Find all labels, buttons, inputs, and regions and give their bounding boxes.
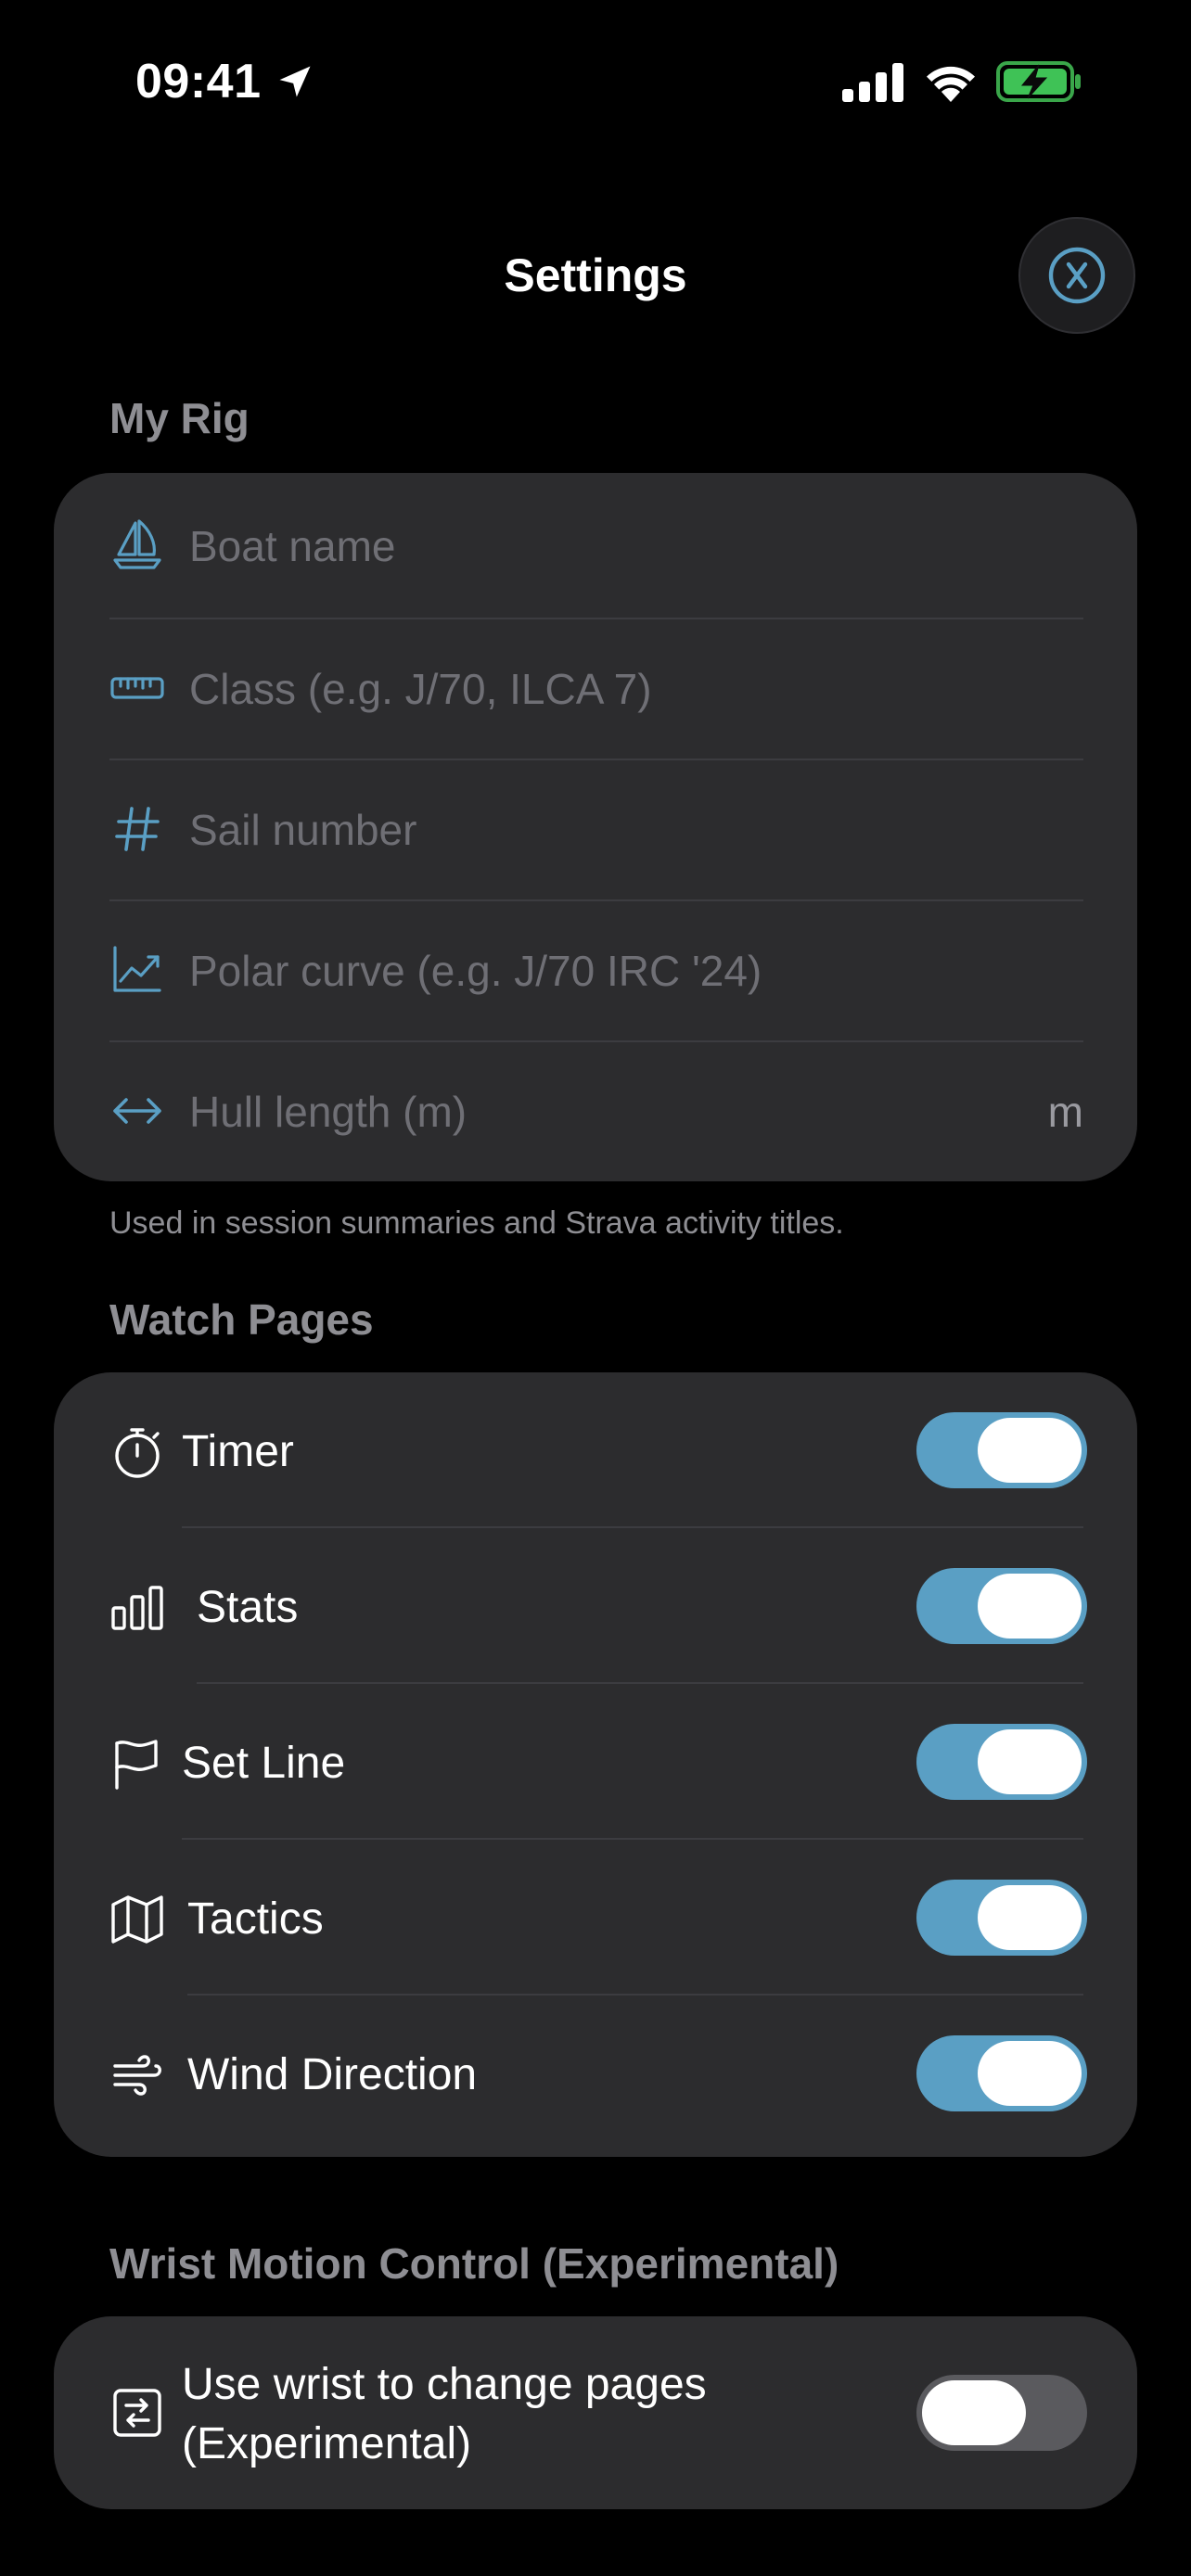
- close-button[interactable]: [1018, 217, 1135, 334]
- status-time: 09:41: [135, 55, 262, 108]
- location-arrow-icon: [279, 66, 311, 97]
- cellular-signal-icon: [842, 63, 903, 102]
- section-title-my-rig: My Rig: [109, 394, 250, 442]
- section-title-watch-pages: Watch Pages: [109, 1295, 374, 1344]
- class-placeholder: Class (e.g. J/70, ILCA 7): [189, 665, 652, 713]
- timer-label: Timer: [182, 1427, 294, 1476]
- battery-charging-icon: [996, 61, 1081, 102]
- wind-direction-label: Wind Direction: [187, 2050, 478, 2099]
- my-rig-card: Boat name Class (e.g. J/70, ILCA 7) Sail…: [54, 473, 1137, 1181]
- tactics-label: Tactics: [187, 1894, 324, 1944]
- wrist-control-label-line2: (Experimental): [182, 2419, 472, 2468]
- polar-curve-field[interactable]: Polar curve (e.g. J/70 IRC '24): [54, 901, 1137, 1042]
- boat-name-placeholder: Boat name: [189, 522, 396, 570]
- timer-toggle[interactable]: [916, 1412, 1087, 1488]
- map-icon: [109, 1892, 165, 1947]
- watch-page-set-line: Set Line: [54, 1684, 1137, 1840]
- bar-chart-icon: [109, 1580, 165, 1636]
- toggle-knob: [978, 1729, 1082, 1794]
- hash-icon: [109, 801, 165, 857]
- watch-page-stats: Stats: [54, 1528, 1137, 1684]
- class-field[interactable]: Class (e.g. J/70, ILCA 7): [54, 619, 1137, 760]
- set-line-toggle[interactable]: [916, 1724, 1087, 1800]
- section-title-wrist-motion: Wrist Motion Control (Experimental): [109, 2239, 839, 2288]
- arrows-horizontal-icon: [109, 1083, 165, 1139]
- hull-length-placeholder: Hull length (m): [189, 1088, 467, 1136]
- my-rig-footnote: Used in session summaries and Strava act…: [109, 1205, 844, 1241]
- sail-number-placeholder: Sail number: [189, 806, 417, 854]
- status-bar: 09:41: [0, 0, 1191, 167]
- watch-pages-card: Timer Stats Set Line Tactics Wind Direct…: [54, 1372, 1137, 2157]
- watch-page-wind-direction: Wind Direction: [54, 1996, 1137, 2157]
- stopwatch-icon: [109, 1424, 165, 1480]
- toggle-knob: [978, 1574, 1082, 1639]
- ruler-icon: [109, 660, 165, 716]
- hull-length-unit: m: [1047, 1088, 1083, 1136]
- close-icon: [1048, 247, 1106, 304]
- stats-toggle[interactable]: [916, 1568, 1087, 1644]
- wind-icon: [109, 2047, 165, 2103]
- chart-line-icon: [109, 942, 165, 998]
- boat-name-field[interactable]: Boat name: [54, 473, 1137, 619]
- wind-direction-toggle[interactable]: [916, 2035, 1087, 2111]
- wrist-control-label: Use wrist to change pages (Experimental): [182, 2355, 707, 2474]
- toggle-knob: [978, 1885, 1082, 1950]
- set-line-label: Set Line: [182, 1739, 346, 1788]
- wrist-control-row: Use wrist to change pages (Experimental): [54, 2316, 1137, 2509]
- wifi-icon: [927, 66, 975, 102]
- watch-page-tactics: Tactics: [54, 1840, 1137, 1996]
- toggle-knob: [922, 2380, 1026, 2445]
- tactics-toggle[interactable]: [916, 1880, 1087, 1956]
- sailboat-icon: [109, 517, 165, 573]
- wrist-motion-card: Use wrist to change pages (Experimental): [54, 2316, 1137, 2509]
- polar-curve-placeholder: Polar curve (e.g. J/70 IRC '24): [189, 947, 762, 995]
- wrist-control-label-line1: Use wrist to change pages: [182, 2360, 707, 2409]
- toggle-knob: [978, 1418, 1082, 1483]
- page-title: Settings: [504, 249, 687, 301]
- hull-length-field[interactable]: Hull length (m) m: [54, 1042, 1137, 1181]
- toggle-knob: [978, 2041, 1082, 2106]
- watch-page-timer: Timer: [54, 1372, 1137, 1528]
- wrist-control-toggle[interactable]: [916, 2375, 1087, 2451]
- switch-pages-icon: [109, 2385, 165, 2441]
- sail-number-field[interactable]: Sail number: [54, 760, 1137, 901]
- flag-icon: [109, 1736, 165, 1792]
- stats-label: Stats: [197, 1583, 299, 1632]
